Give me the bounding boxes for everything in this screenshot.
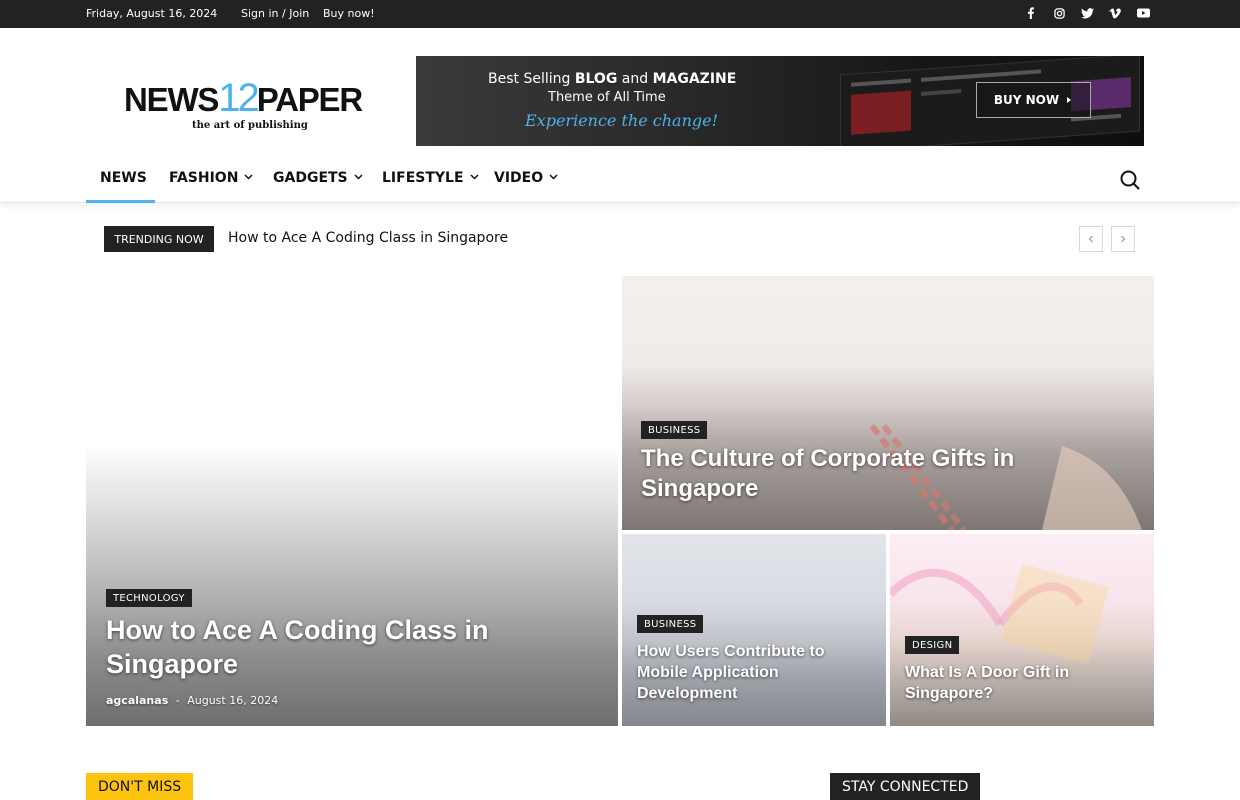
facebook-icon[interactable] (1023, 5, 1039, 21)
advertisement-banner[interactable]: Best Selling BLOG and MAGAZINE Theme of … (416, 56, 1144, 146)
instagram-icon[interactable] (1051, 5, 1067, 21)
article-meta: agcalanas - August 16, 2024 (106, 694, 279, 707)
category-badge[interactable]: DESIGN (905, 636, 960, 654)
author-link[interactable]: agcalanas (106, 694, 168, 707)
vimeo-icon[interactable] (1107, 5, 1123, 21)
youtube-icon[interactable] (1135, 5, 1151, 21)
nav-item-lifestyle[interactable]: LIFESTYLE (382, 170, 479, 186)
twitter-icon[interactable] (1079, 5, 1095, 21)
sign-in-link[interactable]: Sign in / Join (241, 7, 309, 20)
trending-next-button[interactable] (1111, 226, 1135, 252)
stay-connected-heading: STAY CONNECTED (830, 773, 981, 800)
nav-item-fashion[interactable]: FASHION (169, 170, 253, 186)
chevron-down-icon (549, 174, 558, 180)
nav-item-news[interactable]: NEWS (100, 170, 147, 186)
trending-prev-button[interactable] (1079, 226, 1103, 252)
banner-subheadline: Theme of All Time (548, 90, 666, 105)
buy-now-link[interactable]: Buy now! (323, 7, 375, 20)
site-logo[interactable]: NEWS12PAPER the art of publishing (124, 78, 370, 136)
dont-miss-heading: DON'T MISS (86, 773, 194, 800)
chevron-down-icon (354, 174, 363, 180)
nav-active-indicator (86, 200, 155, 203)
banner-headline: Best Selling BLOG and MAGAZINE (488, 71, 737, 87)
featured-title[interactable]: How Users Contribute to Mobile Applicati… (637, 641, 877, 704)
current-date: Friday, August 16, 2024 (86, 7, 218, 20)
featured-title[interactable]: What Is A Door Gift in Singapore? (905, 662, 1145, 704)
trending-article-link[interactable]: How to Ace A Coding Class in Singapore (228, 230, 508, 246)
main-navigation: NEWS FASHION GADGETS LIFESTYLE VIDEO (0, 156, 1240, 203)
chevron-right-icon (1121, 235, 1126, 243)
featured-title[interactable]: How to Ace A Coding Class in Singapore (106, 613, 546, 681)
featured-article-bottom-right[interactable]: DESIGN What Is A Door Gift in Singapore? (890, 534, 1154, 726)
featured-title[interactable]: The Culture of Corporate Gifts in Singap… (641, 444, 1061, 504)
chevron-left-icon (1088, 235, 1093, 243)
logo-wordmark: NEWS12PAPER (124, 76, 363, 120)
banner-buy-now-button[interactable]: BUY NOW (976, 82, 1091, 118)
nav-item-video[interactable]: VIDEO (494, 170, 558, 186)
nav-item-gadgets[interactable]: GADGETS (273, 170, 363, 186)
featured-article-bottom-left[interactable]: BUSINESS How Users Contribute to Mobile … (622, 534, 886, 726)
banner-tagline: Experience the change! (525, 111, 719, 130)
publish-date: August 16, 2024 (187, 694, 279, 707)
top-bar: Friday, August 16, 2024 Sign in / Join B… (0, 0, 1240, 28)
logo-tagline: the art of publishing (192, 120, 308, 131)
search-icon[interactable] (1118, 168, 1142, 192)
trending-now-badge: TRENDING NOW (104, 226, 214, 252)
chevron-down-icon (469, 174, 479, 180)
category-badge[interactable]: BUSINESS (641, 421, 708, 439)
category-badge[interactable]: TECHNOLOGY (106, 589, 192, 607)
featured-article-main[interactable]: TECHNOLOGY How to Ace A Coding Class in … (86, 276, 618, 726)
category-badge[interactable]: BUSINESS (637, 615, 704, 633)
chevron-down-icon (244, 174, 253, 180)
featured-article-top-right[interactable]: BUSINESS The Culture of Corporate Gifts … (622, 276, 1154, 530)
